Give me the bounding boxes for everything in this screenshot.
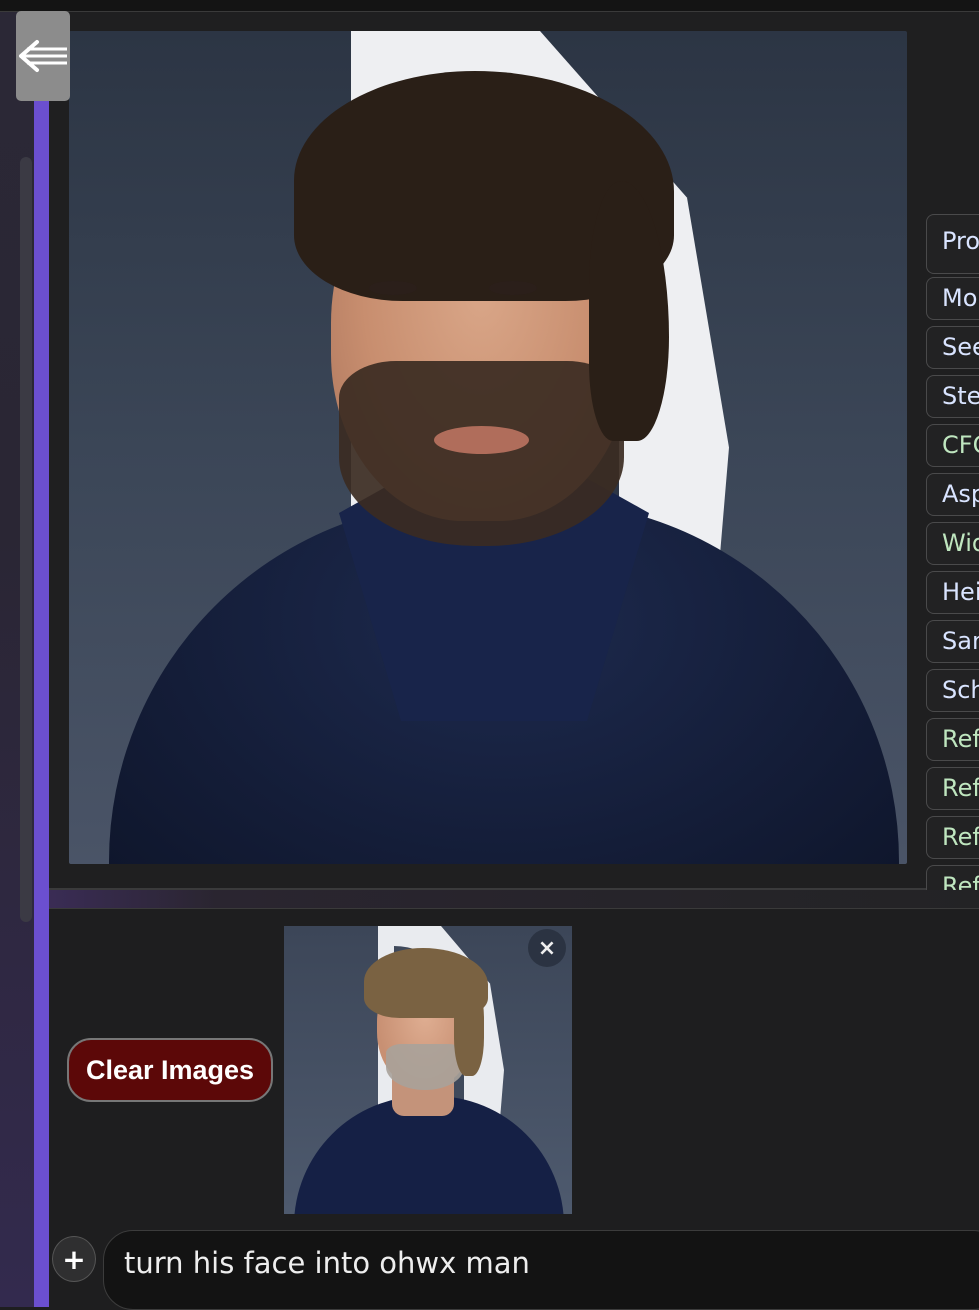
add-attachment-button[interactable]: + [52, 1236, 96, 1282]
param-aspect[interactable]: Asp [926, 473, 979, 516]
rail-scrollbar[interactable] [20, 157, 32, 922]
back-arrow-icon [19, 40, 67, 72]
param-sampler[interactable]: San [926, 620, 979, 663]
param-prompt[interactable]: Pro [926, 214, 979, 274]
prompt-input[interactable] [122, 1239, 976, 1287]
portrait-left-eye [369, 281, 417, 295]
portrait-mouth [434, 426, 529, 454]
param-steps[interactable]: Ste [926, 375, 979, 418]
portrait-right-eye [489, 281, 537, 295]
back-button[interactable] [16, 11, 70, 101]
close-icon: × [537, 935, 557, 961]
remove-image-button[interactable]: × [528, 929, 566, 967]
param-cfg[interactable]: CFG [926, 424, 979, 467]
param-model[interactable]: Mo [926, 277, 979, 320]
accent-bar [34, 12, 49, 1307]
param-ref-4[interactable]: Ref [926, 865, 979, 890]
parameter-list: Pro Mo See Ste CFG Asp Wid Hei San Sch R… [926, 214, 979, 890]
top-strip [0, 0, 979, 12]
clear-images-button[interactable]: Clear Images [67, 1038, 273, 1102]
param-height[interactable]: Hei [926, 571, 979, 614]
thumbnail-hair-side [454, 981, 484, 1076]
thumbnail-beard [386, 1044, 464, 1090]
panel-divider[interactable] [49, 890, 979, 909]
plus-icon: + [62, 1242, 86, 1276]
reference-image-thumbnail[interactable] [284, 926, 572, 1214]
param-ref-2[interactable]: Ref [926, 767, 979, 810]
param-seed[interactable]: See [926, 326, 979, 369]
param-ref-1[interactable]: Ref [926, 718, 979, 761]
left-rail [0, 12, 34, 1307]
prompt-box [103, 1230, 979, 1310]
param-scheduler[interactable]: Sch [926, 669, 979, 712]
generated-image[interactable] [69, 31, 907, 864]
param-width[interactable]: Wid [926, 522, 979, 565]
param-ref-3[interactable]: Ref [926, 816, 979, 859]
